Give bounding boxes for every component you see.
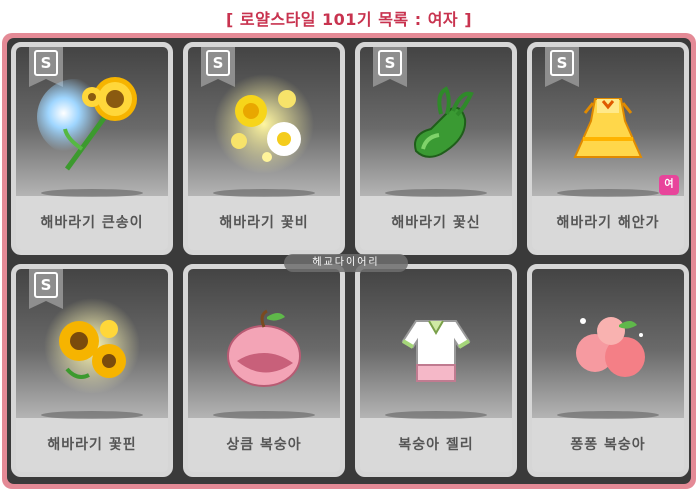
item-name: 해바라기 해안가 (532, 196, 684, 250)
item-card[interactable]: S 여 해바라기 해안가 (527, 42, 689, 255)
item-name: 해바라기 꽃신 (360, 196, 512, 250)
flower-rain-icon (214, 74, 314, 174)
sunflower-pin-icon (44, 298, 140, 394)
item-card[interactable]: S 해바라기 큰송이 (11, 42, 173, 255)
peach-hat-icon (227, 309, 301, 387)
item-name: 해바라기 꽃핀 (16, 418, 168, 472)
peaches-icon (576, 317, 645, 377)
female-badge: 여 (659, 175, 679, 195)
item-card[interactable]: 퐁퐁 복숭아 (527, 264, 689, 477)
jelly-outfit-icon (401, 320, 471, 382)
green-shoe-icon (414, 86, 474, 158)
page-title: [ 로얄스타일 101기 목록 : 여자 ] (225, 10, 473, 29)
item-card[interactable]: 복숭아 젤리 (355, 264, 517, 477)
item-card[interactable]: 상큼 복숭아 (183, 264, 345, 477)
item-card[interactable]: S 해바라기 꽃핀 (11, 264, 173, 477)
item-name: 해바라기 꽃비 (188, 196, 340, 250)
item-card[interactable]: S 해바라기 꽃비 (183, 42, 345, 255)
sunflower-bouquet-icon (37, 77, 137, 171)
item-name: 해바라기 큰송이 (16, 196, 168, 250)
item-name: 복숭아 젤리 (360, 418, 512, 472)
yellow-dress-icon (573, 98, 643, 158)
item-card[interactable]: S 해바라기 꽃신 (355, 42, 517, 255)
watermark: 헤교다이어리 (284, 254, 408, 272)
item-name: 상큼 복숭아 (188, 418, 340, 472)
item-name: 퐁퐁 복숭아 (532, 418, 684, 472)
